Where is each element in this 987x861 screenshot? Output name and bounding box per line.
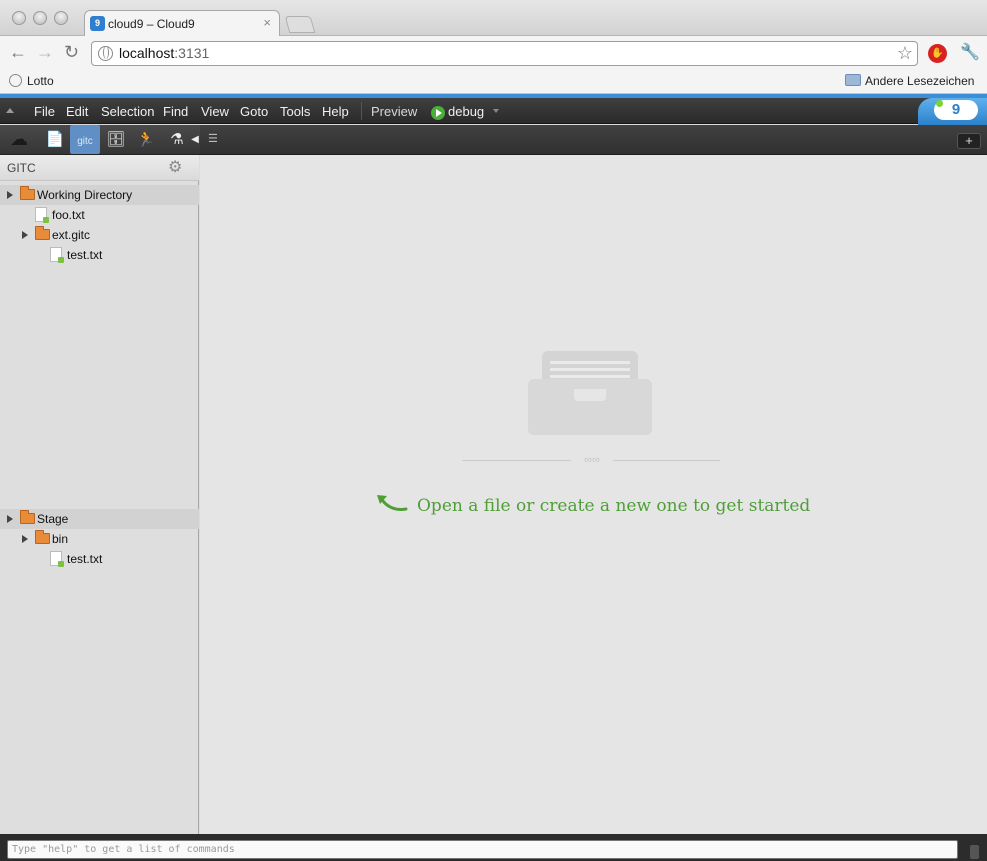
- status-dot: [936, 100, 943, 107]
- command-line-bar: Type "help" to get a list of commands: [0, 834, 987, 861]
- folder-icon: [845, 74, 861, 86]
- menu-view[interactable]: View: [201, 104, 229, 119]
- globe-icon: [98, 46, 113, 61]
- tabs-menu-icon[interactable]: ☰: [208, 133, 220, 145]
- menu-file[interactable]: File: [34, 104, 55, 119]
- inbox-icon: [528, 351, 652, 435]
- menu-goto[interactable]: Goto: [240, 104, 268, 119]
- chevron-left-icon[interactable]: ◀: [190, 125, 200, 154]
- close-window-button[interactable]: [12, 11, 26, 25]
- tree-label: bin: [52, 532, 69, 546]
- tree-label: Stage: [37, 512, 69, 526]
- tree-node-folder[interactable]: bin: [0, 529, 199, 549]
- panel-title: GITC: [7, 161, 36, 175]
- reload-icon[interactable]: ↻: [64, 42, 79, 63]
- folder-icon: [35, 226, 50, 240]
- panel-header: GITC ⚙: [0, 155, 199, 181]
- folder-icon: [35, 530, 50, 544]
- folder-icon: [20, 186, 35, 200]
- menu-find[interactable]: Find: [163, 104, 188, 119]
- back-arrow-icon[interactable]: ←: [9, 42, 27, 63]
- new-tab-button[interactable]: [284, 16, 316, 33]
- expand-arrow-icon[interactable]: [7, 191, 13, 199]
- panel-icon-bar: ☁ 📄 gitc 🗄 🏃 ⚗ ◀: [0, 125, 200, 155]
- menu-selection[interactable]: Selection: [101, 104, 154, 119]
- run-play-icon[interactable]: [431, 106, 445, 120]
- menu-edit[interactable]: Edit: [66, 104, 88, 119]
- editor-tab-bar: ☰ +: [200, 125, 987, 155]
- folder-icon: [20, 510, 35, 524]
- tree-node-stage[interactable]: Stage: [0, 509, 199, 529]
- tree-node-file[interactable]: test.txt: [0, 245, 199, 265]
- tree-node-file[interactable]: foo.txt: [0, 205, 199, 225]
- wrench-icon[interactable]: 🔧: [960, 42, 980, 62]
- browser-tab[interactable]: 9 cloud9 – Cloud9 ×: [84, 10, 280, 37]
- chevron-down-icon[interactable]: [493, 109, 499, 113]
- cloud9-logo[interactable]: 9: [918, 98, 987, 125]
- file-icon: [35, 207, 49, 223]
- curved-arrow-icon: [377, 495, 408, 511]
- bookmark-star-icon[interactable]: ☆: [897, 43, 913, 64]
- editor-area[interactable]: ∞∞ Open a file or create a new one to ge…: [200, 155, 987, 834]
- tree-node-working-directory[interactable]: Working Directory: [0, 185, 199, 205]
- new-tab-plus-button[interactable]: +: [957, 133, 981, 149]
- bookmark-lotto[interactable]: Lotto: [27, 74, 54, 88]
- tree-label: foo.txt: [52, 208, 85, 222]
- tree-label: ext.gitc: [52, 228, 91, 242]
- project-files-icon[interactable]: 📄: [40, 125, 70, 154]
- minimize-window-button[interactable]: [33, 11, 47, 25]
- expand-arrow-icon[interactable]: [7, 515, 13, 523]
- cloud-icon[interactable]: ☁: [4, 125, 34, 154]
- forward-arrow-icon[interactable]: →: [36, 42, 54, 63]
- other-bookmarks[interactable]: Andere Lesezeichen: [865, 74, 974, 88]
- gitc-label: gitc: [77, 136, 93, 147]
- tree-node-file[interactable]: test.txt: [0, 549, 199, 569]
- tree-label: Working Directory: [37, 188, 133, 202]
- tab-close-icon[interactable]: ×: [263, 15, 271, 30]
- run-panel-icon[interactable]: 🏃: [131, 125, 161, 154]
- preview-button[interactable]: Preview: [371, 104, 417, 119]
- test-flask-icon[interactable]: ⚗: [162, 125, 192, 154]
- file-icon: [50, 551, 64, 567]
- tab-title: cloud9 – Cloud9: [108, 17, 195, 31]
- menu-help[interactable]: Help: [322, 104, 349, 119]
- run-config-label[interactable]: debug: [448, 104, 484, 119]
- command-input[interactable]: Type "help" to get a list of commands: [7, 840, 958, 859]
- cloud9-favicon-icon: 9: [90, 16, 105, 31]
- resize-handle[interactable]: [970, 845, 979, 859]
- expand-arrow-icon[interactable]: [22, 231, 28, 239]
- expand-arrow-icon[interactable]: [22, 535, 28, 543]
- browser-tabstrip: 9 cloud9 – Cloud9 ×: [0, 0, 987, 37]
- tree-label: test.txt: [67, 248, 103, 262]
- gitc-panel-icon[interactable]: gitc: [70, 125, 100, 154]
- ornament-icon: ∞∞: [571, 455, 613, 466]
- bookmarks-bar: Lotto Andere Lesezeichen: [0, 70, 987, 94]
- tree-node-folder[interactable]: ext.gitc: [0, 225, 199, 245]
- url-host: localhost: [119, 45, 175, 61]
- gitc-sidebar: GITC ⚙ Working Directory foo.txt ext.git…: [0, 155, 199, 834]
- globe-icon: [9, 74, 22, 87]
- url-port: :3131: [174, 45, 210, 61]
- menu-tools[interactable]: Tools: [280, 104, 310, 119]
- file-icon: [50, 247, 64, 263]
- zoom-window-button[interactable]: [54, 11, 68, 25]
- open-files-icon[interactable]: 🗄: [101, 125, 131, 154]
- address-bar[interactable]: localhost:3131 ☆: [91, 41, 918, 66]
- gear-icon[interactable]: ⚙: [168, 157, 182, 177]
- collapse-arrow-icon[interactable]: [6, 108, 14, 113]
- tree-label: test.txt: [67, 552, 103, 566]
- empty-state-message: Open a file or create a new one to get s…: [417, 496, 811, 516]
- menu-separator: [361, 102, 362, 120]
- stop-extension-icon[interactable]: ✋: [928, 44, 947, 63]
